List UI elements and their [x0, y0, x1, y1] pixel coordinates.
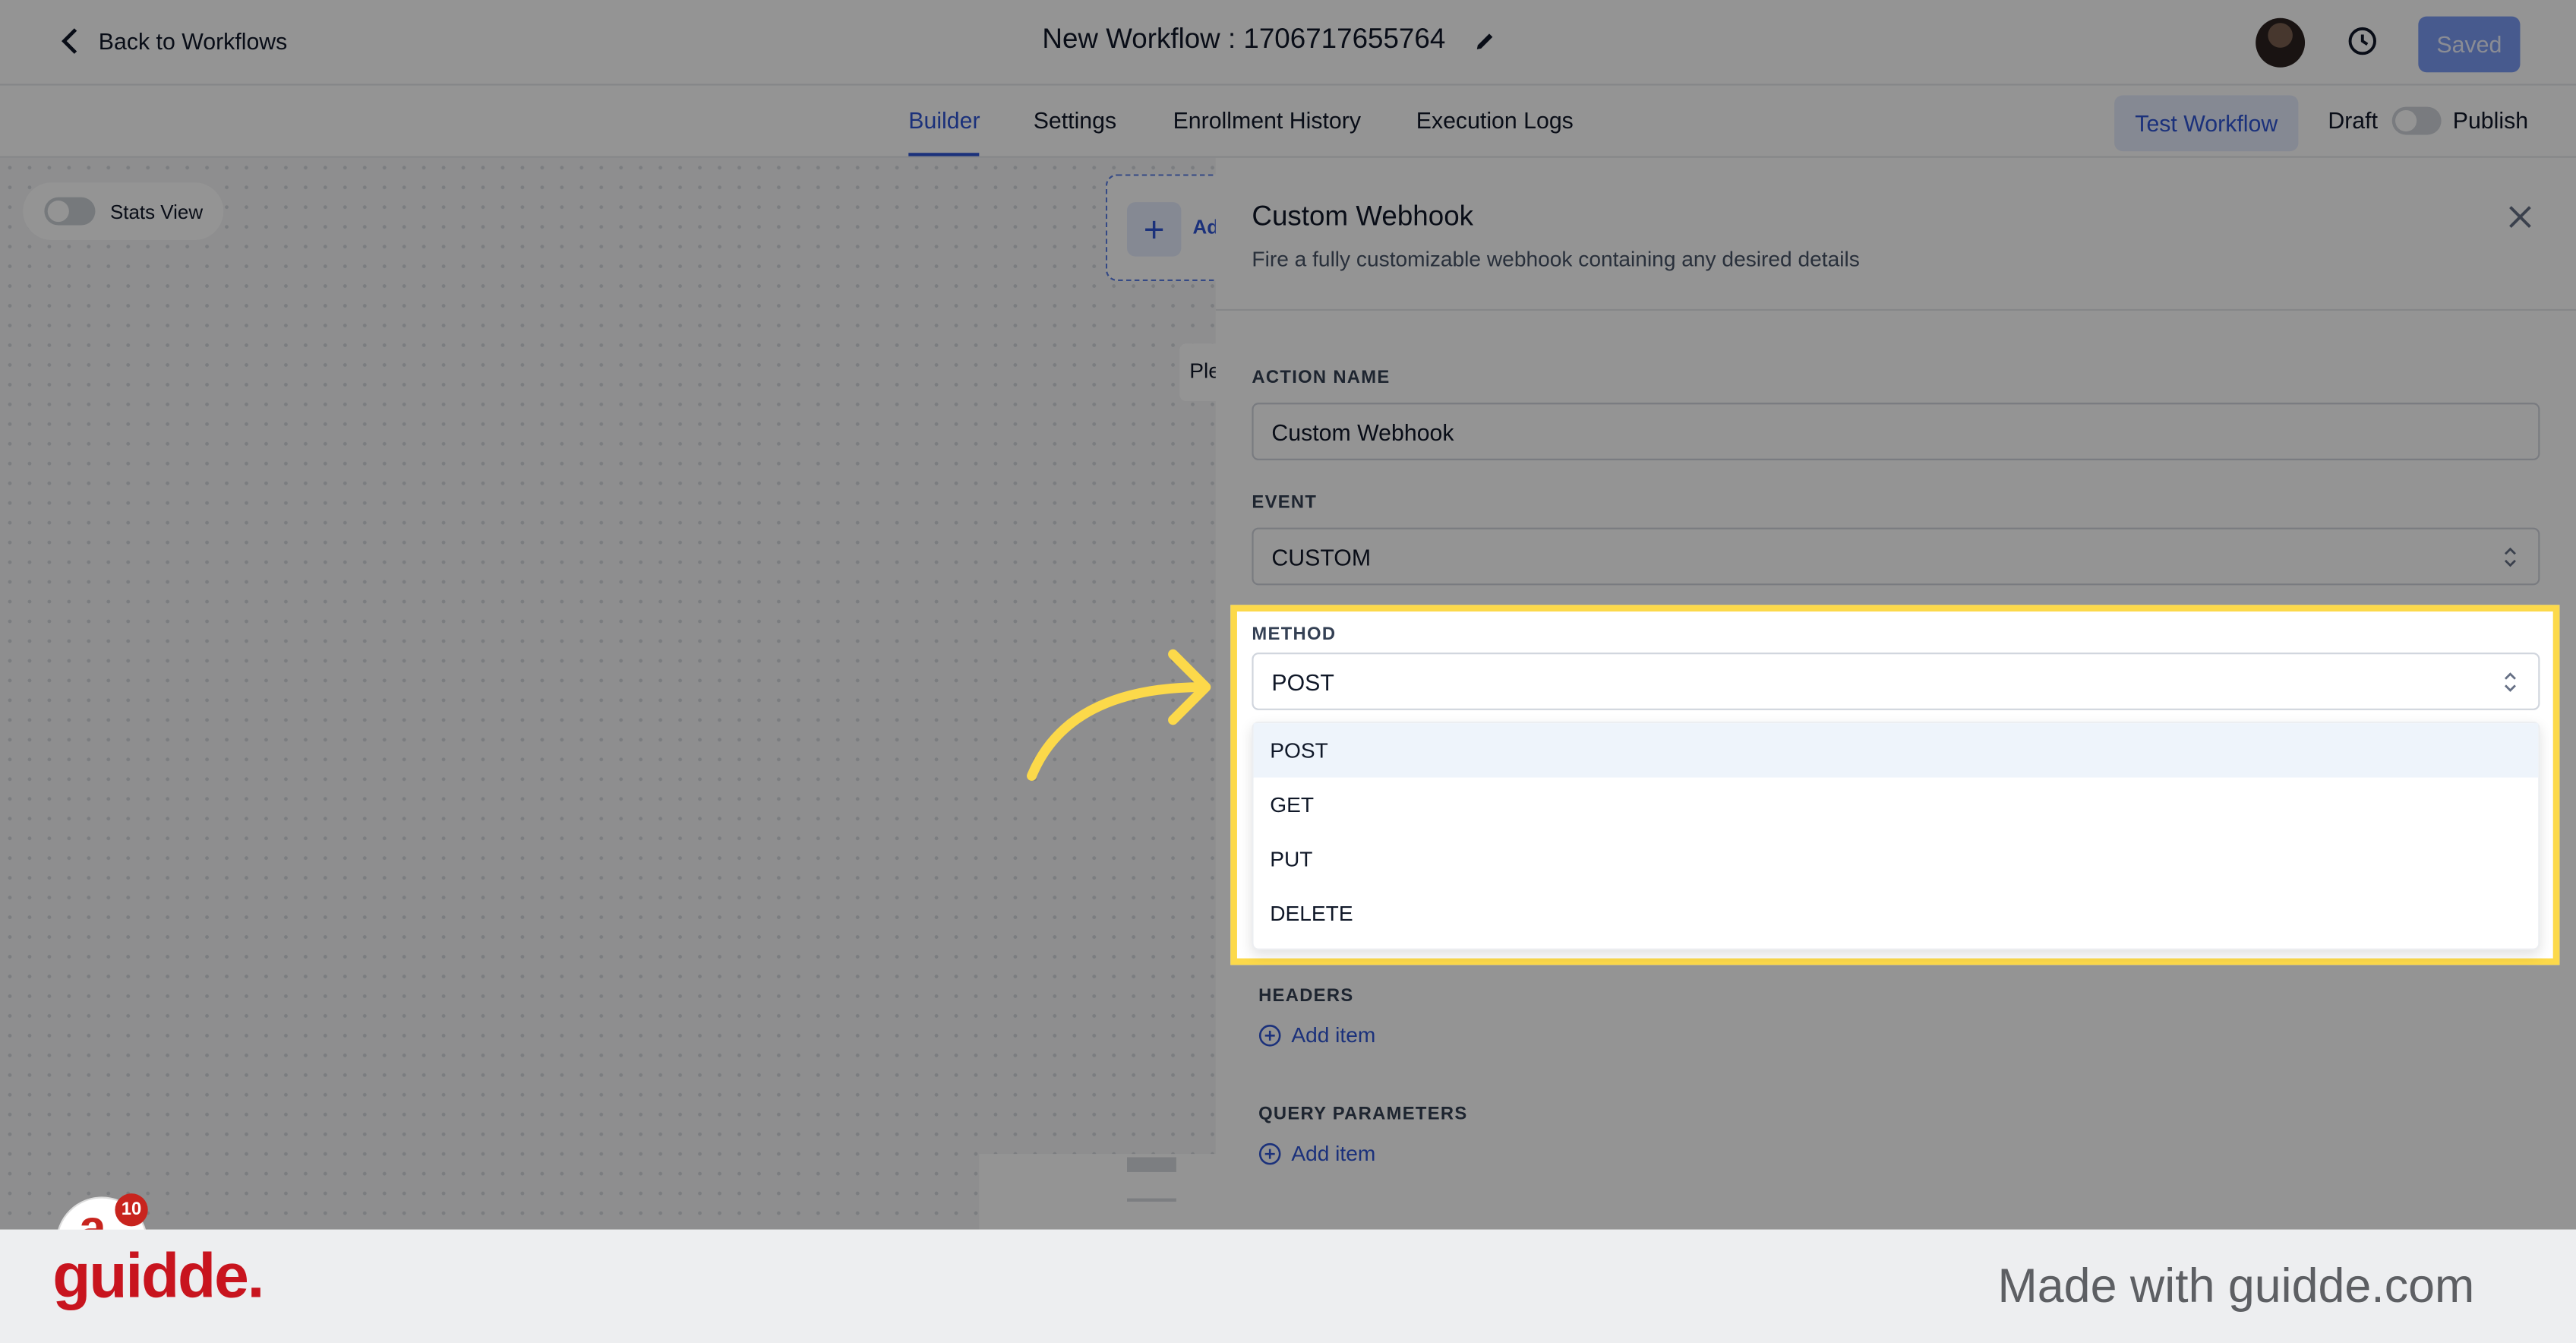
method-option-put[interactable]: PUT [1254, 832, 2539, 886]
guidde-footer: guidde. Made with guidde.com [0, 1229, 2576, 1343]
method-label: METHOD [1252, 624, 1337, 645]
method-option-delete[interactable]: DELETE [1254, 886, 2539, 940]
method-highlight: METHOD POST POST GET PUT DELETE [1230, 605, 2560, 965]
select-arrows-icon [2504, 672, 2516, 692]
method-dropdown: POST GET PUT DELETE [1252, 722, 2540, 950]
notification-badge: 10 [115, 1193, 148, 1227]
method-select[interactable]: POST [1252, 653, 2540, 710]
method-select-value: POST [1271, 668, 1334, 696]
method-option-get[interactable]: GET [1254, 778, 2539, 832]
method-option-post[interactable]: POST [1253, 723, 2539, 778]
guidde-logo: guidde. [52, 1242, 264, 1312]
screenshot-stage: Back to Workflows New Workflow : 1706717… [0, 0, 2576, 1343]
made-with-text: Made with guidde.com [1997, 1260, 2475, 1314]
pointer-arrow-icon [1027, 649, 1211, 781]
